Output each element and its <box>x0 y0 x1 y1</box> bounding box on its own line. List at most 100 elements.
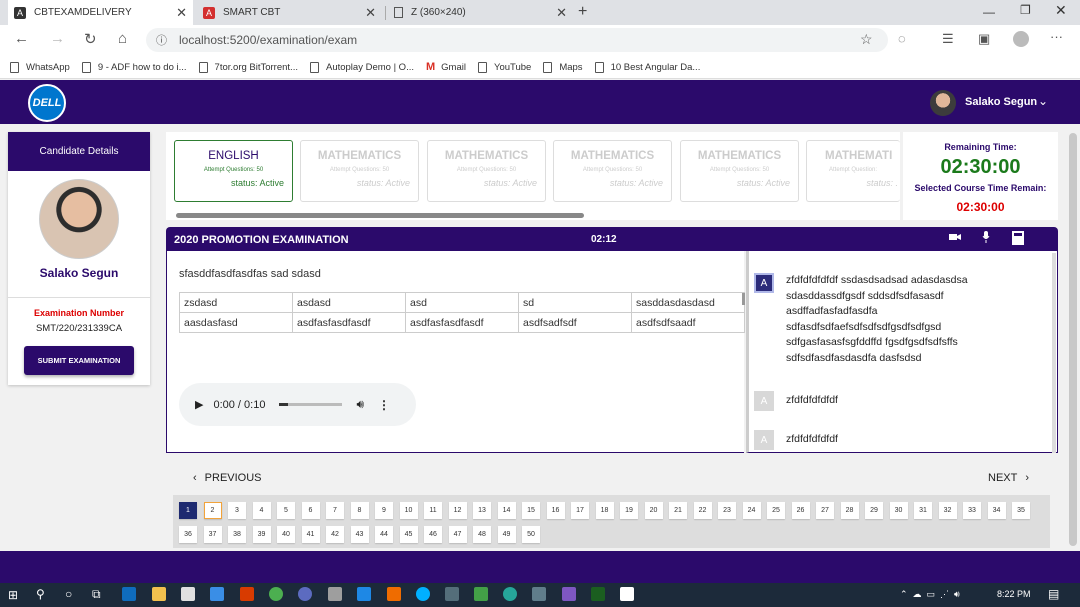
app-icon[interactable] <box>474 587 488 601</box>
option-item[interactable]: A zfdfdfdfdfdf <box>754 430 1011 450</box>
chevron-down-icon[interactable]: ⌄ <box>1038 94 1048 108</box>
browser-tab-z[interactable]: Z (360×240) ✕ <box>388 0 573 25</box>
next-button[interactable]: NEXT › <box>988 472 1029 484</box>
page-number-button[interactable]: 50 <box>522 526 540 543</box>
page-number-button[interactable]: 18 <box>595 502 614 519</box>
page-number-button[interactable]: 44 <box>375 526 393 543</box>
page-number-button[interactable]: 38 <box>228 526 246 543</box>
page-number-button[interactable]: 45 <box>399 526 418 543</box>
forward-icon[interactable]: → <box>50 30 65 47</box>
more-icon[interactable]: ··· <box>1050 29 1063 44</box>
page-number-button[interactable]: 32 <box>938 502 957 519</box>
skype-icon[interactable] <box>416 587 430 601</box>
subject-tab-english[interactable]: ENGLISH Attempt Questions: 50 status: Ac… <box>174 140 293 202</box>
page-number-button[interactable]: 23 <box>718 502 736 519</box>
close-tab-icon[interactable]: ✕ <box>365 5 376 21</box>
page-number-button[interactable]: 16 <box>546 502 565 519</box>
back-icon[interactable]: ← <box>14 30 29 47</box>
mail-icon[interactable] <box>210 587 224 601</box>
browser-tab-cbtexamdelivery[interactable]: A CBTEXAMDELIVERY ✕ <box>8 0 193 25</box>
profile-icon[interactable] <box>1013 31 1029 47</box>
subject-tab-mathematics[interactable]: MATHEMATI Attempt Question: status: . <box>806 140 900 202</box>
app-icon[interactable] <box>445 587 459 601</box>
page-number-button[interactable]: 9 <box>375 502 393 519</box>
store-icon[interactable] <box>181 587 195 601</box>
option-item[interactable]: A zfdfdfdfdfdf ssdasdsadsad adasdasdsa s… <box>754 273 1011 366</box>
page-number-button[interactable]: 26 <box>791 502 810 519</box>
home-icon[interactable]: ⌂ <box>118 30 127 47</box>
system-tray-icons[interactable]: ⌃☁▭⋰🔊︎ <box>900 589 965 600</box>
page-number-button[interactable]: 35 <box>1012 502 1030 519</box>
app-icon[interactable] <box>387 587 401 601</box>
bookmark-item[interactable]: Maps <box>543 61 583 73</box>
page-number-button[interactable]: 22 <box>693 502 712 519</box>
bookmark-item[interactable]: 7tor.org BitTorrent... <box>198 61 298 73</box>
restore-icon[interactable]: ❐ <box>1020 3 1031 17</box>
microphone-icon[interactable] <box>982 231 990 246</box>
volume-icon[interactable]: 🔊︎ <box>356 397 364 412</box>
page-number-button[interactable]: 30 <box>889 502 908 519</box>
option-item[interactable]: A zfdfdfdfdfdf <box>754 391 1011 411</box>
close-tab-icon[interactable]: ✕ <box>556 5 567 21</box>
page-number-button[interactable]: 31 <box>914 502 932 519</box>
page-number-button[interactable]: 41 <box>301 526 320 543</box>
page-number-button[interactable]: 34 <box>987 502 1006 519</box>
favorites-icon[interactable]: ☰ <box>942 31 954 47</box>
bookmark-item[interactable]: M Gmail <box>426 61 466 73</box>
option-badge[interactable]: A <box>754 430 774 450</box>
close-tab-icon[interactable]: ✕ <box>176 5 187 21</box>
page-number-button[interactable]: 2 <box>203 502 222 519</box>
close-window-icon[interactable]: ✕ <box>1055 2 1067 19</box>
page-number-button[interactable]: 21 <box>669 502 687 519</box>
app-icon[interactable] <box>503 587 517 601</box>
app-icon[interactable] <box>620 587 634 601</box>
page-number-button[interactable]: 17 <box>571 502 589 519</box>
extension-icon[interactable]: ◌ <box>898 31 906 46</box>
page-number-button[interactable]: 40 <box>277 526 295 543</box>
page-number-button[interactable]: 33 <box>963 502 981 519</box>
file-explorer-icon[interactable] <box>152 587 166 601</box>
audio-player[interactable]: ▶ 0:00 / 0:10 🔊︎ ⋮ <box>179 383 416 426</box>
page-number-button[interactable]: 27 <box>816 502 834 519</box>
page-number-button[interactable]: 19 <box>620 502 638 519</box>
office-icon[interactable] <box>240 587 254 601</box>
url-field[interactable]: ⓘ localhost:5200/examination/exam <box>146 28 888 52</box>
play-icon[interactable]: ▶ <box>195 398 203 411</box>
page-number-button[interactable]: 39 <box>252 526 271 543</box>
collections-icon[interactable]: ▣ <box>978 31 990 47</box>
audio-progress-bar[interactable] <box>279 403 343 406</box>
edge-icon[interactable] <box>122 587 136 601</box>
subject-tab-mathematics[interactable]: MATHEMATICS Attempt Questions: 50 status… <box>553 140 672 202</box>
app-icon[interactable] <box>328 587 342 601</box>
page-number-button[interactable]: 13 <box>473 502 491 519</box>
browser-tab-smart-cbt[interactable]: A SMART CBT ✕ <box>197 0 382 25</box>
cortana-icon[interactable]: ○ <box>65 587 72 601</box>
search-icon[interactable]: ⚲ <box>36 587 45 601</box>
page-number-button[interactable]: 47 <box>448 526 467 543</box>
user-name[interactable]: Salako Segun <box>965 96 1037 108</box>
page-number-button[interactable]: 12 <box>448 502 467 519</box>
page-number-button[interactable]: 43 <box>350 526 369 543</box>
page-number-button[interactable]: 1 <box>179 502 197 519</box>
page-number-button[interactable]: 46 <box>424 526 442 543</box>
excel-icon[interactable] <box>591 587 605 601</box>
page-number-button[interactable]: 25 <box>767 502 785 519</box>
camera-icon[interactable] <box>949 231 961 245</box>
chrome-icon[interactable] <box>269 587 283 601</box>
notification-icon[interactable]: ▤ <box>1048 587 1059 601</box>
page-number-button[interactable]: 28 <box>840 502 859 519</box>
page-number-button[interactable]: 3 <box>228 502 246 519</box>
browser-icon[interactable] <box>298 587 312 601</box>
page-number-button[interactable]: 24 <box>742 502 761 519</box>
page-number-button[interactable]: 6 <box>301 502 320 519</box>
submit-examination-button[interactable]: SUBMIT EXAMINATION <box>24 346 134 375</box>
page-number-button[interactable]: 42 <box>326 526 344 543</box>
bookmark-item[interactable]: 9 - ADF how to do i... <box>81 61 187 73</box>
question-scrollbar[interactable] <box>742 293 745 305</box>
bookmark-item[interactable]: Autoplay Demo | O... <box>309 61 414 73</box>
subject-tab-mathematics[interactable]: MATHEMATICS Attempt Questions: 50 status… <box>427 140 546 202</box>
page-number-button[interactable]: 10 <box>399 502 418 519</box>
page-number-button[interactable]: 29 <box>865 502 883 519</box>
new-tab-button[interactable]: + <box>578 3 587 21</box>
bookmark-star-icon[interactable]: ☆ <box>860 31 873 48</box>
